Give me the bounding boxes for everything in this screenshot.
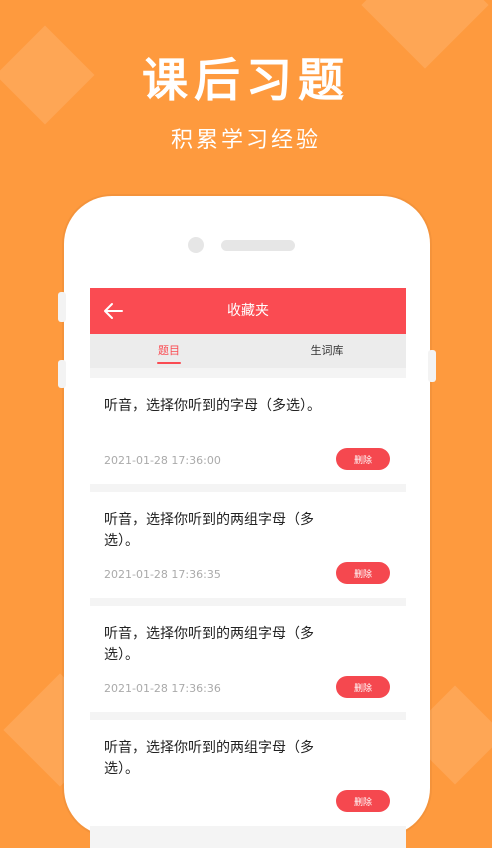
timestamp: 2021-01-28 17:36:36 bbox=[104, 682, 221, 695]
list-item[interactable]: 听音，选择你听到的两组字母（多选）。 2021-01-28 17:36:35 删… bbox=[90, 492, 406, 598]
question-text: 听音，选择你听到的两组字母（多选）。 bbox=[104, 740, 314, 777]
question-text: 听音，选择你听到的字母（多选）。 bbox=[104, 398, 321, 414]
delete-button[interactable]: 删除 bbox=[336, 676, 390, 698]
promo-title: 课后习题 bbox=[142, 53, 350, 107]
phone-frame: 收藏夹 题目 生词库 听音，选择你听到的字母（多选）。 2021-01-28 1… bbox=[58, 196, 436, 848]
delete-button[interactable]: 删除 bbox=[336, 448, 390, 470]
list-item[interactable]: 听音，选择你听到的两组字母（多选）。 2021-01-28 17:36:36 删… bbox=[90, 606, 406, 712]
phone-side-button bbox=[428, 350, 436, 382]
delete-button[interactable]: 删除 bbox=[336, 790, 390, 812]
phone-side-button bbox=[58, 360, 66, 388]
tab-questions[interactable]: 题目 bbox=[90, 334, 248, 368]
question-text: 听音，选择你听到的两组字母（多选）。 bbox=[104, 626, 314, 663]
favorites-list: 听音，选择你听到的字母（多选）。 2021-01-28 17:36:00 删除 … bbox=[90, 368, 406, 826]
tab-vocabulary[interactable]: 生词库 bbox=[248, 334, 406, 368]
tab-bar: 题目 生词库 bbox=[90, 334, 406, 368]
promo-subtitle: 积累学习经验 bbox=[170, 128, 321, 153]
timestamp: 2021-01-28 17:36:00 bbox=[104, 454, 221, 467]
app-screen: 收藏夹 题目 生词库 听音，选择你听到的字母（多选）。 2021-01-28 1… bbox=[90, 288, 406, 848]
tab-label: 题目 bbox=[158, 344, 180, 357]
tab-label: 生词库 bbox=[310, 344, 344, 357]
phone-camera bbox=[188, 237, 204, 253]
app-header: 收藏夹 bbox=[90, 288, 406, 334]
question-text: 听音，选择你听到的两组字母（多选）。 bbox=[104, 512, 314, 549]
phone-speaker bbox=[221, 240, 295, 251]
phone-side-button bbox=[58, 292, 66, 322]
delete-button[interactable]: 删除 bbox=[336, 562, 390, 584]
timestamp: 2021-01-28 17:36:35 bbox=[104, 568, 221, 581]
list-item[interactable]: 听音，选择你听到的两组字母（多选）。 删除 bbox=[90, 720, 406, 826]
page-title: 收藏夹 bbox=[227, 303, 269, 319]
list-item[interactable]: 听音，选择你听到的字母（多选）。 2021-01-28 17:36:00 删除 bbox=[90, 378, 406, 484]
tab-active-indicator bbox=[157, 362, 181, 364]
